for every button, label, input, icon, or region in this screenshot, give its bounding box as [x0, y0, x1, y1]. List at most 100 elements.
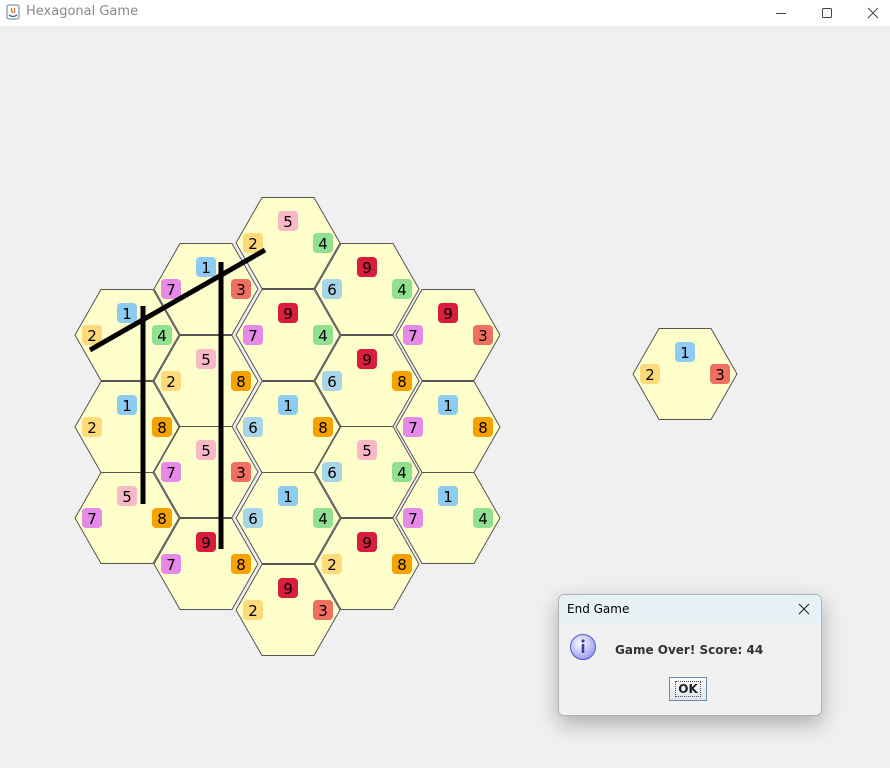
- chip-value: 7: [248, 327, 258, 345]
- tile-chip-left: 2: [161, 371, 181, 391]
- chip-value: 5: [201, 442, 211, 460]
- tile-chip-top: 1: [117, 395, 137, 415]
- chip-value: 8: [236, 373, 246, 391]
- tile-chip-top: 1: [438, 486, 458, 506]
- tile-chip-right: 4: [392, 462, 412, 482]
- chip-value: 8: [318, 419, 328, 437]
- chip-value: 2: [645, 366, 655, 384]
- tile-chip-top: 1: [196, 257, 216, 277]
- chip-value: 7: [166, 281, 176, 299]
- chip-value: 9: [283, 580, 293, 598]
- dialog-titlebar[interactable]: End Game: [559, 595, 821, 623]
- tile-chip-left: 7: [403, 508, 423, 528]
- tile-chip-right: 3: [473, 325, 493, 345]
- chip-value: 9: [362, 259, 372, 277]
- tile-chip-left: 7: [403, 325, 423, 345]
- chip-value: 7: [408, 510, 418, 528]
- chip-value: 2: [248, 235, 258, 253]
- tile-chip-top: 5: [196, 440, 216, 460]
- chip-value: 7: [408, 327, 418, 345]
- chip-value: 3: [478, 327, 488, 345]
- chip-value: 9: [443, 305, 453, 323]
- chip-value: 7: [87, 510, 97, 528]
- tile-chip-right: 8: [313, 417, 333, 437]
- chip-value: 6: [248, 510, 258, 528]
- chip-value: 3: [236, 281, 246, 299]
- tile-chip-right: 8: [152, 508, 172, 528]
- chip-value: 2: [166, 373, 176, 391]
- tile-chip-left: 7: [243, 325, 263, 345]
- tile-chip-left: 7: [161, 279, 181, 299]
- chip-value: 4: [397, 464, 407, 482]
- chip-value: 9: [201, 534, 211, 552]
- tile-chip-right: 4: [313, 508, 333, 528]
- ok-button-label: OK: [675, 681, 701, 697]
- chip-value: 4: [318, 327, 328, 345]
- chip-value: 4: [318, 235, 328, 253]
- chip-value: 1: [680, 344, 690, 362]
- chip-value: 9: [362, 351, 372, 369]
- tile-chip-top: 9: [357, 257, 377, 277]
- tile-chip-right: 3: [231, 462, 251, 482]
- chip-value: 3: [715, 366, 725, 384]
- tile-chip-right: 3: [231, 279, 251, 299]
- chip-value: 6: [327, 281, 337, 299]
- chip-value: 8: [157, 419, 167, 437]
- tile-chip-right: 8: [231, 554, 251, 574]
- chip-value: 6: [327, 464, 337, 482]
- chip-value: 5: [362, 442, 372, 460]
- tile-chip-left: 7: [403, 417, 423, 437]
- tile-chip-right: 4: [473, 508, 493, 528]
- chip-value: 4: [157, 327, 167, 345]
- chip-value: 3: [318, 602, 328, 620]
- dialog-close-button[interactable]: [795, 600, 813, 618]
- tile-chip-top: 5: [278, 211, 298, 231]
- chip-value: 2: [327, 556, 337, 574]
- chip-value: 5: [201, 351, 211, 369]
- board-tile[interactable]: 9 7 3: [395, 289, 501, 381]
- chip-value: 1: [443, 488, 453, 506]
- tile-chip-left: 6: [322, 462, 342, 482]
- chip-value: 5: [283, 213, 293, 231]
- chip-value: 6: [327, 373, 337, 391]
- tile-chip-right: 8: [392, 371, 412, 391]
- chip-value: 9: [362, 534, 372, 552]
- chip-value: 1: [122, 305, 132, 323]
- chip-value: 1: [283, 397, 293, 415]
- tile-chip-left: 6: [322, 371, 342, 391]
- tile-chip-top: 1: [438, 395, 458, 415]
- chip-value: 8: [236, 556, 246, 574]
- chip-value: 9: [283, 305, 293, 323]
- chip-value: 2: [87, 419, 97, 437]
- tile-chip-top: 5: [196, 349, 216, 369]
- tile-chip-left: 6: [243, 417, 263, 437]
- next-tile[interactable]: 1 2 3: [632, 328, 738, 420]
- board-tile[interactable]: 1 7 4: [395, 472, 501, 564]
- chip-value: 8: [397, 556, 407, 574]
- chip-value: 1: [201, 259, 211, 277]
- tile-chip-right: 4: [392, 279, 412, 299]
- game-window: Hexagonal Game 1731241285785245285739789…: [0, 0, 890, 768]
- tile-chip-top: 9: [357, 349, 377, 369]
- tile-chip-left: 6: [243, 508, 263, 528]
- end-game-dialog: End Game Game Over! Score: 44 OK: [558, 594, 822, 716]
- tile-chip-left: 2: [640, 364, 660, 384]
- tile-chip-right: 8: [231, 371, 251, 391]
- tile-chip-right: 3: [313, 600, 333, 620]
- tile-chip-right: 3: [710, 364, 730, 384]
- chip-value: 2: [248, 602, 258, 620]
- close-icon: [798, 603, 810, 615]
- ok-button[interactable]: OK: [669, 677, 707, 701]
- chip-value: 1: [122, 397, 132, 415]
- info-icon: [570, 634, 596, 660]
- tile-chip-top: 9: [438, 303, 458, 323]
- chip-value: 7: [166, 464, 176, 482]
- chip-value: 1: [283, 488, 293, 506]
- chip-value: 2: [87, 327, 97, 345]
- tile-chip-left: 7: [161, 554, 181, 574]
- chip-value: 4: [478, 510, 488, 528]
- chip-value: 6: [248, 419, 258, 437]
- tile-chip-left: 2: [322, 554, 342, 574]
- chip-value: 8: [397, 373, 407, 391]
- tile-chip-top: 9: [357, 532, 377, 552]
